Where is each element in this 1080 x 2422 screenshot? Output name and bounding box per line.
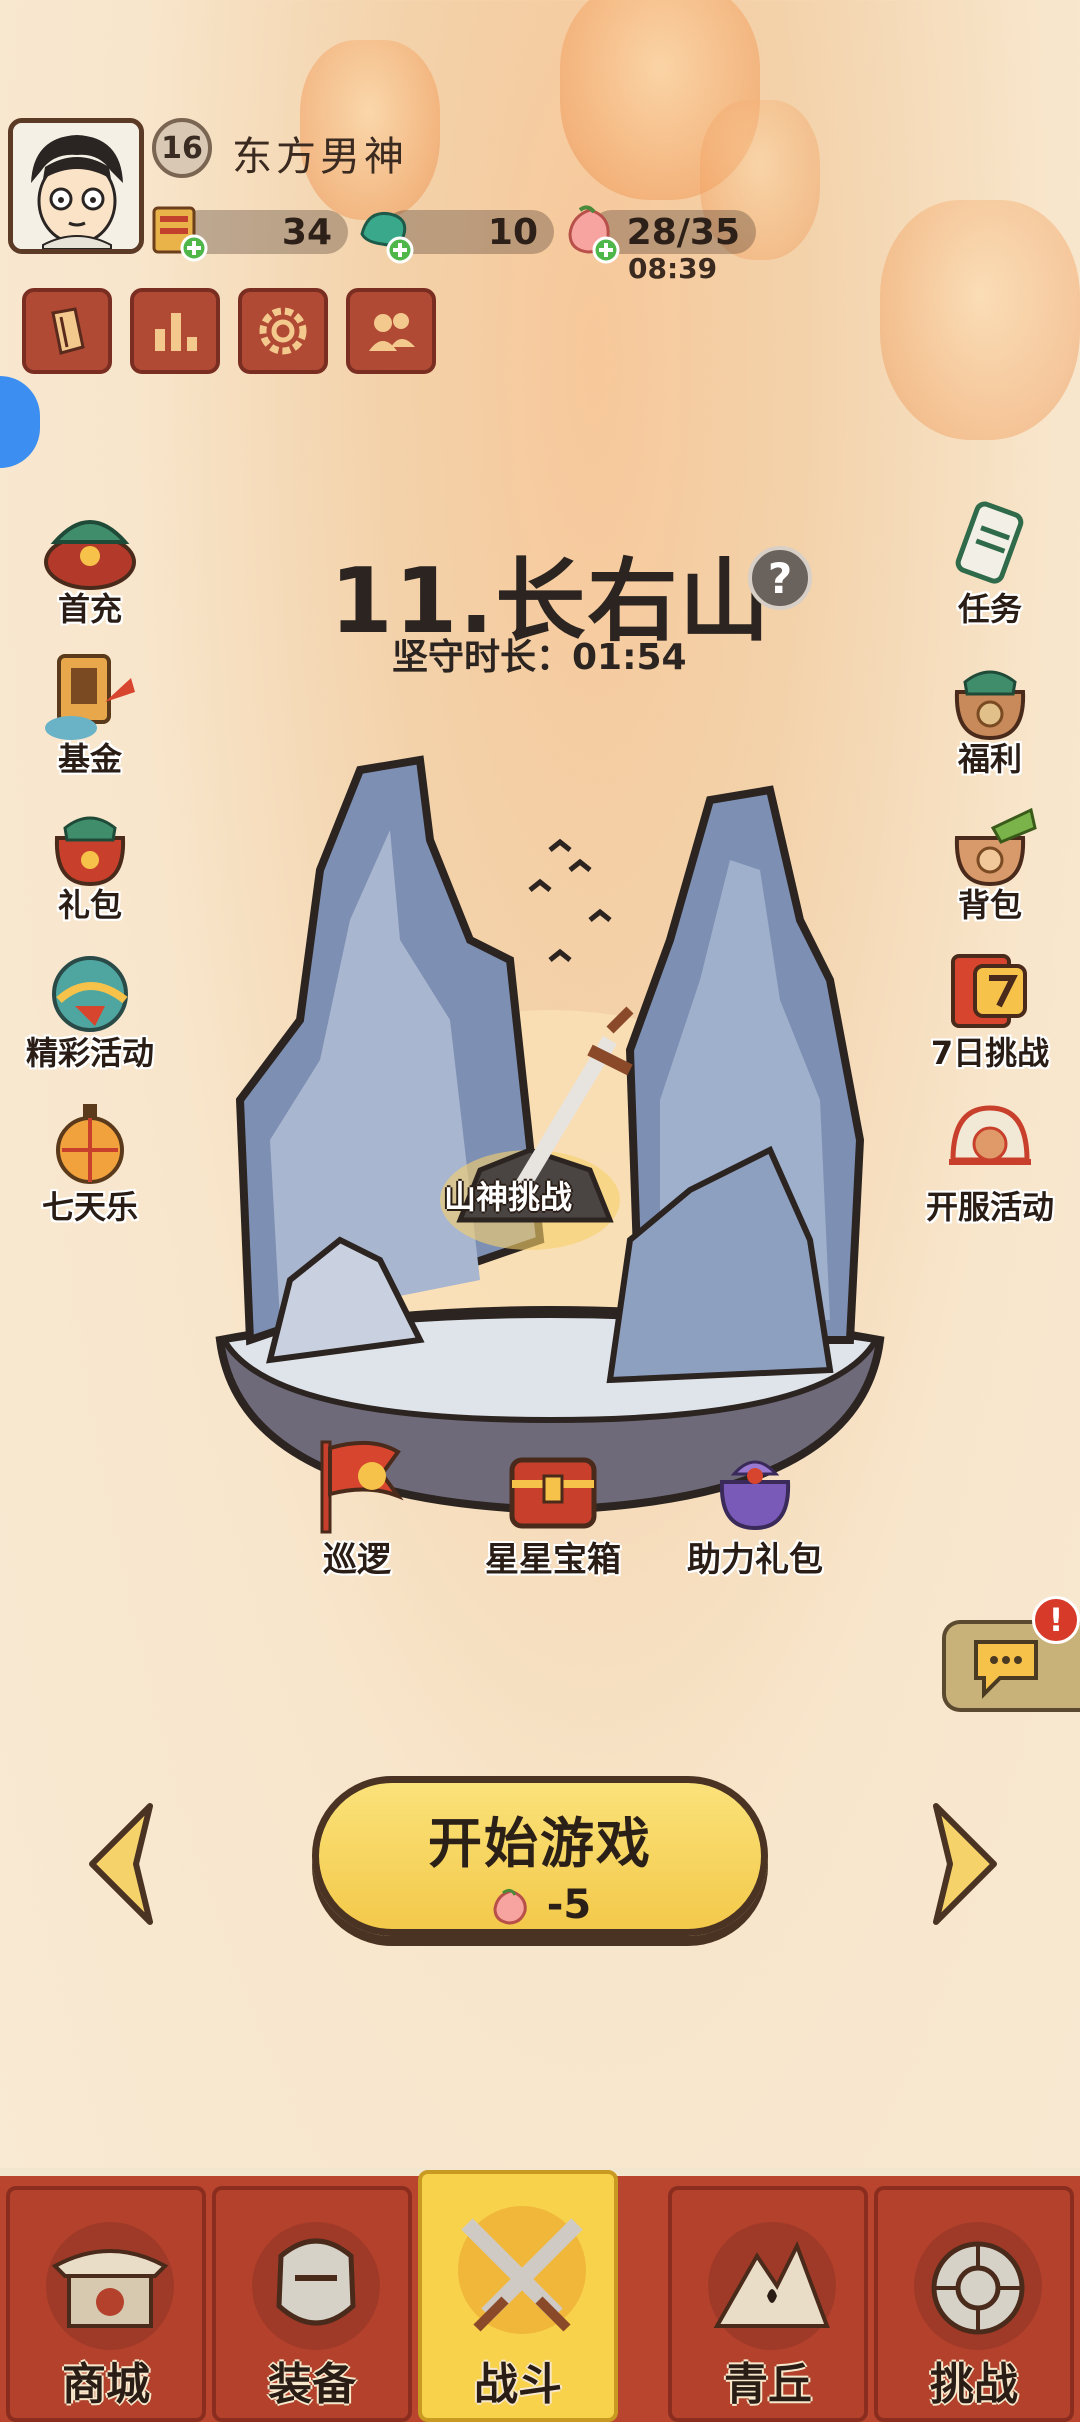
map-action-label: 星星宝箱 [485, 1540, 621, 1580]
resource-scroll-value: 34 [281, 211, 332, 253]
stage-map-illustration [215, 755, 885, 1515]
support-gift-icon [719, 1460, 791, 1531]
support-gift-button[interactable]: 助力礼包 [680, 1432, 830, 1581]
hold-duration: 坚守时长：01:54 [392, 637, 687, 678]
player-level: 16 [161, 130, 203, 166]
player-level-badge: 16 [152, 118, 212, 178]
player-avatar[interactable] [8, 118, 144, 254]
shop-icon [51, 2249, 169, 2328]
left-menu-gift-bag[interactable]: 礼包 [10, 788, 170, 926]
left-menu-fund[interactable]: 基金 [10, 642, 170, 780]
left-menu-label: 基金 [57, 740, 122, 778]
player-name: 东方男神 [232, 134, 408, 180]
right-menu-quest[interactable]: 任务 [910, 492, 1070, 630]
ranking-button[interactable] [130, 288, 220, 374]
left-menu-first-recharge[interactable]: 首充 [10, 492, 170, 630]
right-menu-label: 7日挑战 [930, 1034, 1050, 1072]
patrol-flag-icon [320, 1440, 404, 1534]
friends-icon [369, 313, 415, 351]
bottom-navigation: 商城 装备 战斗 青丘 挑战 [0, 2168, 1080, 2422]
ticket-icon [51, 307, 85, 355]
left-menu-events[interactable]: 精彩活动 [10, 936, 170, 1074]
help-icon[interactable]: ? [748, 546, 812, 610]
peach-icon[interactable] [560, 200, 624, 264]
peach-refill-timer: 08:39 [628, 252, 718, 285]
peach-cost-icon [493, 1888, 527, 1925]
ticket-button[interactable] [22, 288, 112, 374]
tab-qingqiu[interactable]: 青丘 [668, 2186, 868, 2422]
start-cost-value: -5 [546, 1882, 592, 1928]
left-menu-label: 礼包 [57, 886, 122, 924]
help-glyph: ? [767, 553, 793, 603]
scroll-icon[interactable] [146, 200, 210, 264]
patrol-button[interactable]: 巡逻 [282, 1432, 432, 1581]
left-menu-seven-days[interactable]: 七天乐 [10, 1090, 170, 1228]
mountain-god-challenge-button[interactable]: 山神挑战 [444, 1172, 572, 1218]
right-menu-server-launch[interactable]: 开服活动 [910, 1090, 1070, 1228]
tab-label: 战斗 [474, 2359, 562, 2410]
chat-alert-badge: ! [1032, 1596, 1080, 1644]
equipment-icon [276, 2238, 356, 2326]
chat-alert-glyph: ! [1048, 1601, 1064, 1639]
tab-label: 青丘 [724, 2359, 812, 2410]
tab-shop[interactable]: 商城 [6, 2186, 206, 2422]
map-action-label: 助力礼包 [687, 1540, 823, 1580]
tab-battle[interactable]: 战斗 [418, 2170, 618, 2422]
resource-jade-value: 10 [487, 211, 538, 253]
start-game-label: 开始游戏 [428, 1812, 652, 1875]
previous-stage-arrow-icon[interactable] [80, 1798, 170, 1928]
jade-icon[interactable] [354, 200, 418, 264]
settings-icon [259, 307, 307, 355]
tab-label: 挑战 [930, 2359, 1018, 2410]
left-menu-label: 七天乐 [41, 1188, 138, 1226]
chat-bubble-icon [974, 1640, 1038, 1699]
right-menu-welfare[interactable]: 福利 [910, 642, 1070, 780]
lantern-decoration [880, 200, 1080, 440]
ranking-icon [155, 313, 197, 351]
side-pull-tab[interactable] [0, 376, 40, 468]
right-menu-label: 福利 [957, 740, 1022, 778]
settings-button[interactable] [238, 288, 328, 374]
right-menu-seven-day-challenge[interactable]: 7日挑战 [910, 936, 1070, 1074]
star-chest-icon [509, 1457, 597, 1529]
right-menu-label: 任务 [957, 590, 1022, 628]
right-menu-backpack[interactable]: 背包 [910, 788, 1070, 926]
right-menu-label: 背包 [957, 886, 1022, 924]
next-stage-arrow-icon[interactable] [916, 1798, 1006, 1928]
qingqiu-icon [713, 2241, 830, 2328]
tab-label: 装备 [268, 2359, 356, 2410]
start-cost: -5 [319, 1882, 761, 1929]
resource-peach-value: 28/35 [626, 211, 740, 253]
avatar-portrait-icon [13, 123, 139, 249]
tab-label: 商城 [62, 2359, 150, 2410]
battle-icon [461, 2218, 583, 2332]
challenge-icon [931, 2241, 1025, 2335]
left-menu-label: 精彩活动 [25, 1034, 154, 1072]
start-game-button[interactable]: 开始游戏 -5 [312, 1776, 768, 1936]
right-menu-label: 开服活动 [925, 1188, 1054, 1226]
star-chest-button[interactable]: 星星宝箱 [478, 1432, 628, 1581]
friends-button[interactable] [346, 288, 436, 374]
left-menu-label: 首充 [57, 590, 122, 628]
tab-challenge[interactable]: 挑战 [874, 2186, 1074, 2422]
tab-equipment[interactable]: 装备 [212, 2186, 412, 2422]
